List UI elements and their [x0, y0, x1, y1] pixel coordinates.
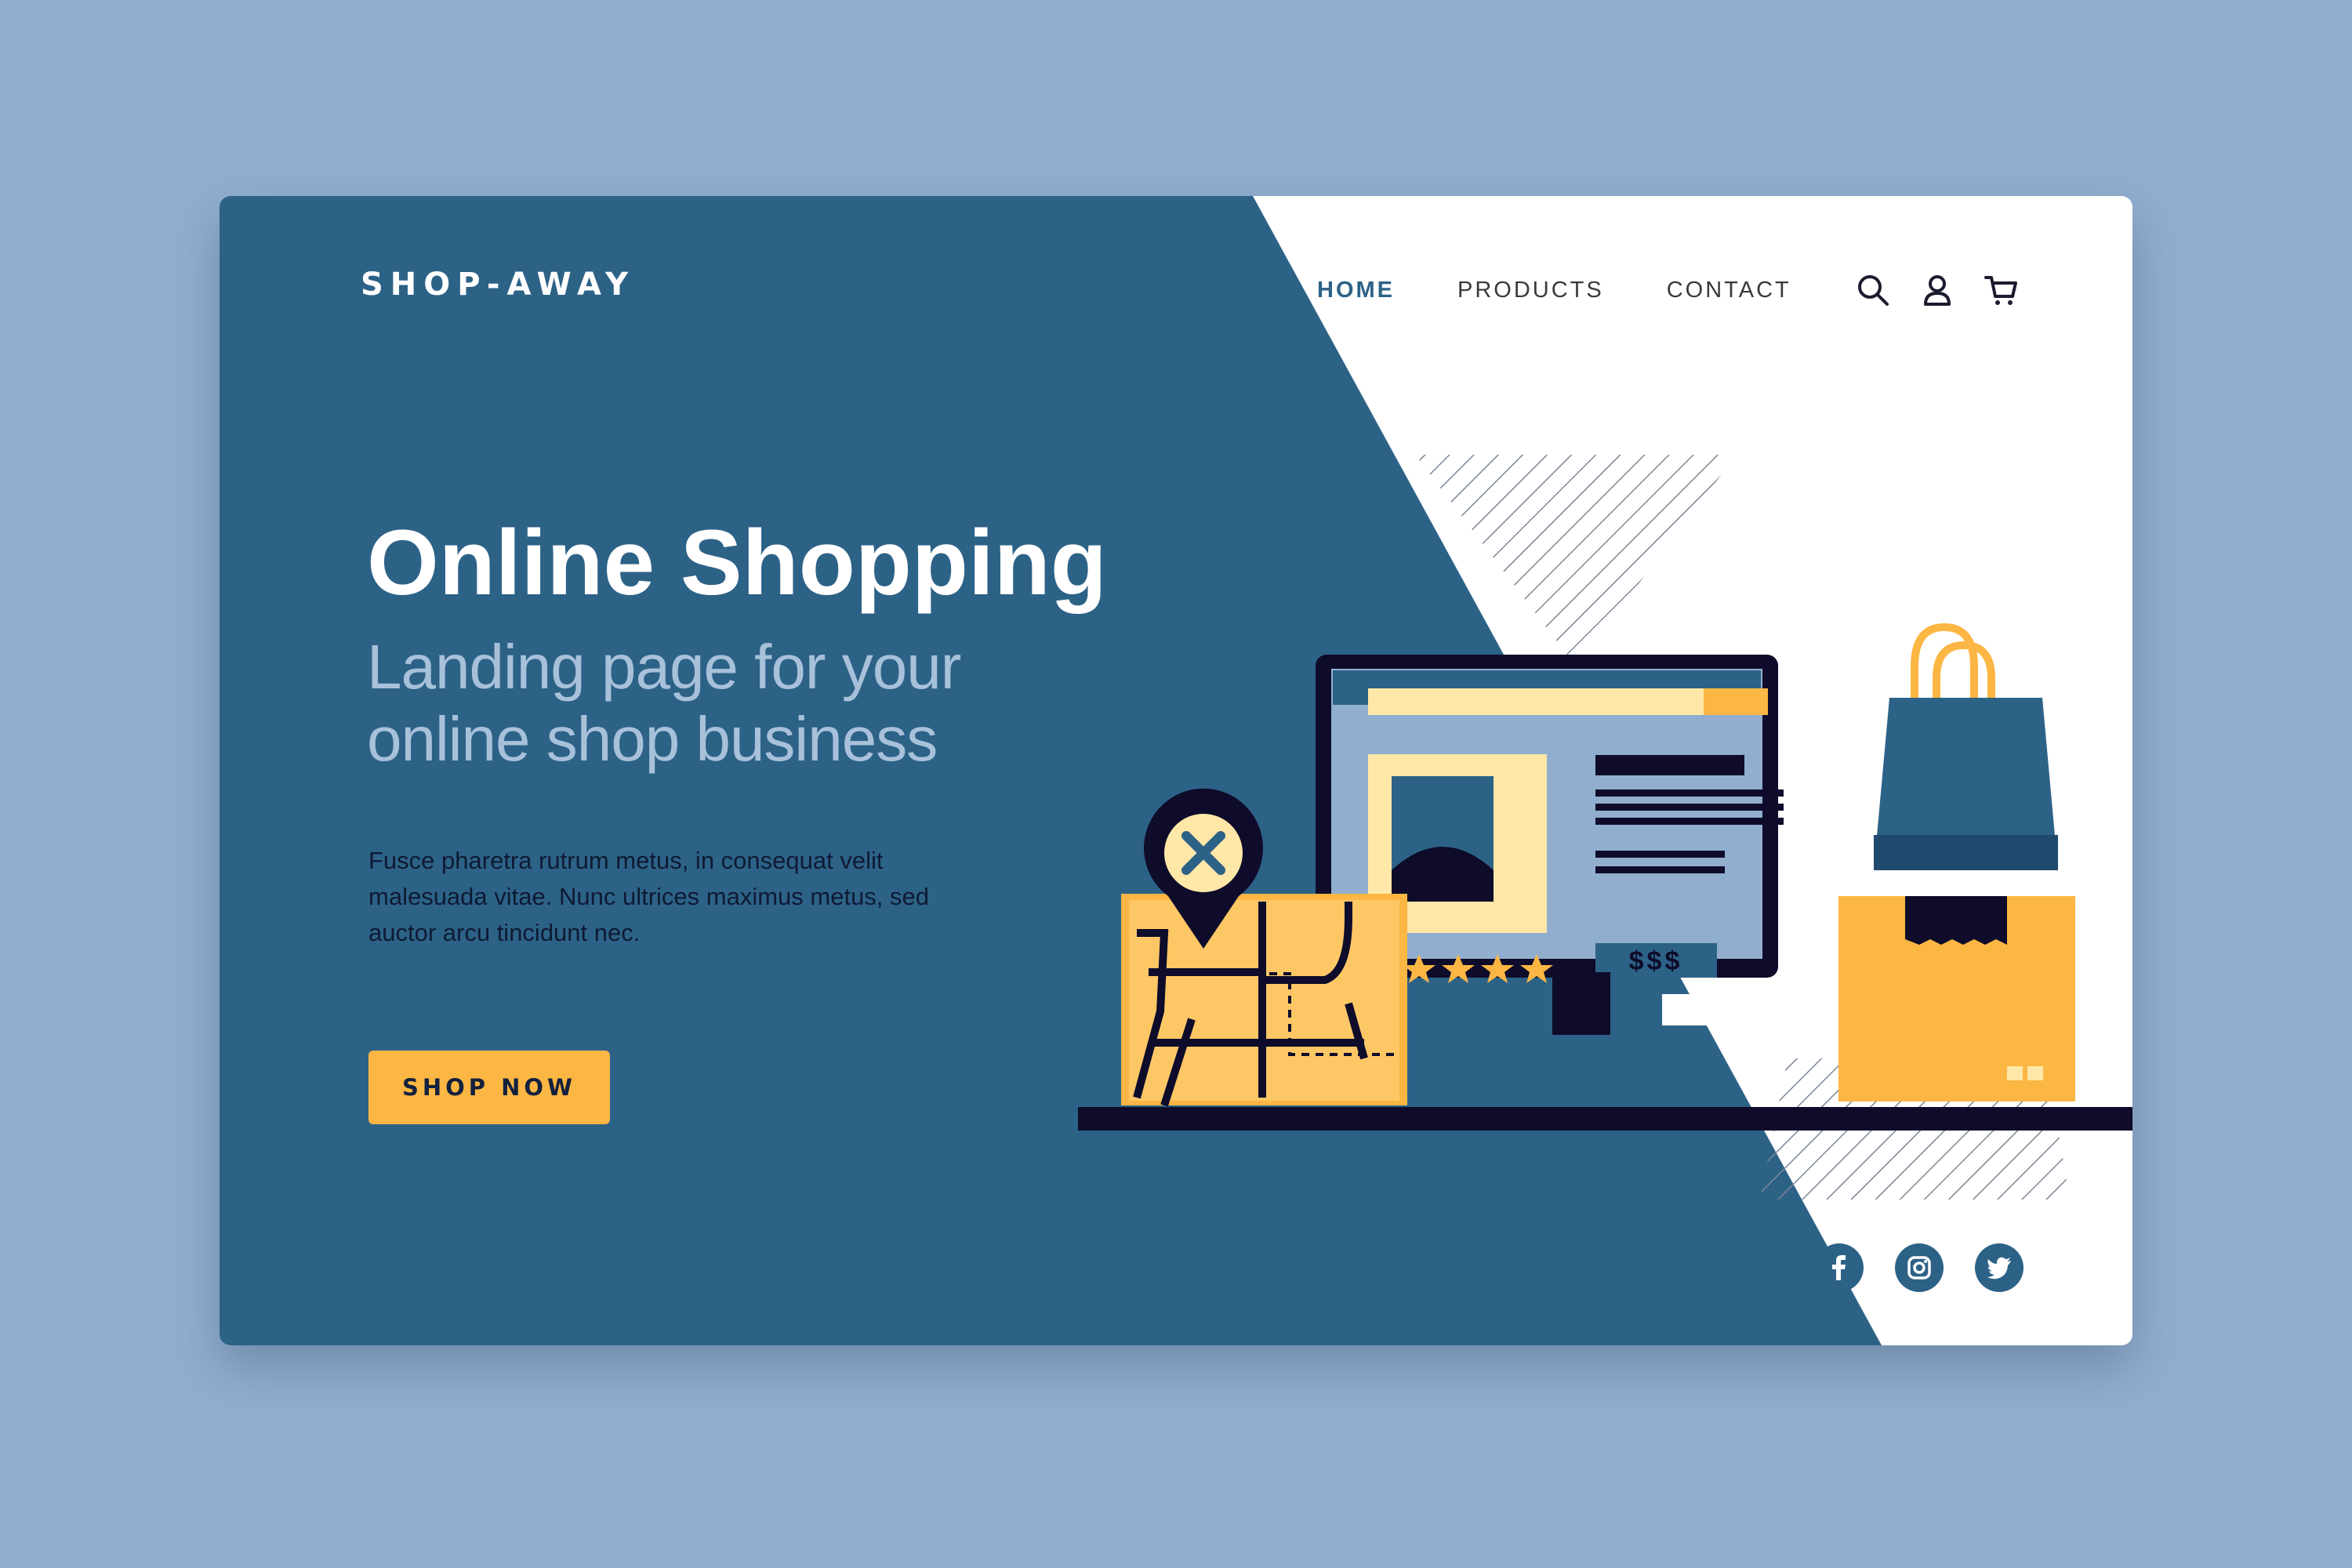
social-links — [1815, 1243, 2055, 1292]
instagram-icon[interactable] — [1895, 1243, 1944, 1292]
parcel-box-illustration — [1838, 896, 2075, 1102]
landing-page-card: SHOP-AWAY HOME PRODUCTS CONTACT Online S… — [220, 196, 2132, 1345]
map-illustration — [1121, 894, 1407, 1107]
price-tag: $$$ — [1629, 946, 1683, 976]
shopping-illustration: $$$ — [1078, 455, 2132, 1200]
shopping-bag-illustration — [1874, 622, 2058, 870]
twitter-icon[interactable] — [1975, 1243, 2024, 1292]
facebook-icon[interactable] — [1815, 1243, 1864, 1292]
shelf — [1078, 1107, 2132, 1131]
hatch-triangle-decoration — [1415, 455, 1737, 666]
